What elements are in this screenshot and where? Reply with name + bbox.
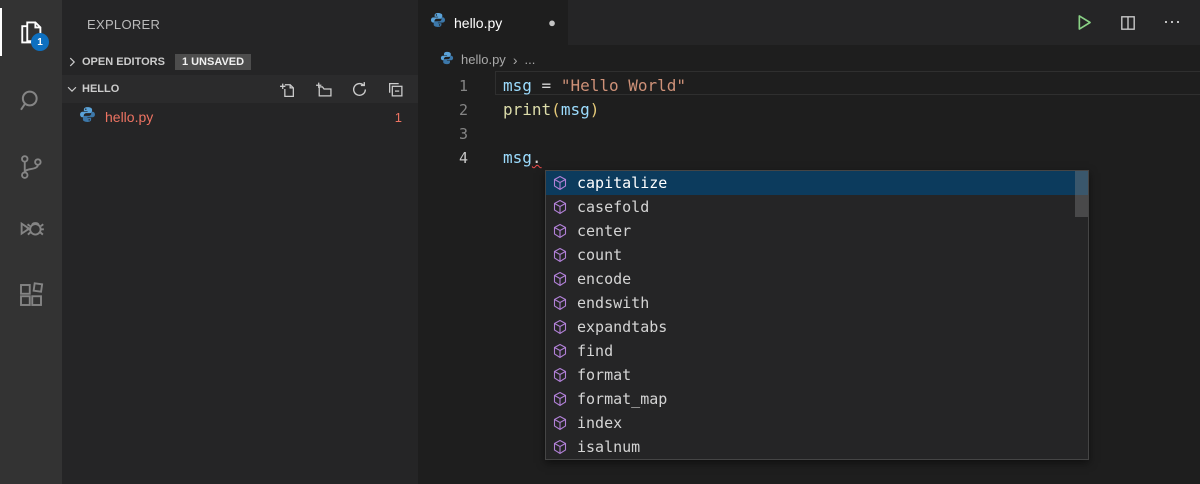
suggest-item[interactable]: find	[546, 339, 1088, 363]
chevron-right-icon	[62, 55, 82, 69]
debug-icon	[16, 213, 46, 243]
activity-search-button[interactable]	[0, 73, 62, 129]
file-item-hello-py[interactable]: hello.py 1	[62, 103, 418, 131]
method-icon	[552, 415, 568, 431]
method-icon	[552, 175, 568, 191]
method-icon	[552, 319, 568, 335]
new-folder-icon[interactable]	[315, 81, 332, 98]
explorer-badge: 1	[31, 33, 49, 51]
suggest-item[interactable]: capitalize	[546, 171, 1088, 195]
method-icon	[552, 223, 568, 239]
suggest-item[interactable]: endswith	[546, 291, 1088, 315]
source-control-icon	[16, 152, 46, 182]
breadcrumb-symbol[interactable]: ...	[524, 52, 535, 67]
tab-bar: hello.py ● ⋯	[418, 0, 1200, 45]
activity-source-control-button[interactable]	[0, 139, 62, 195]
python-icon	[440, 51, 454, 68]
run-python-file-button[interactable]	[1074, 13, 1093, 32]
more-actions-icon[interactable]: ⋯	[1163, 12, 1182, 33]
breadcrumb-separator: ›	[512, 51, 518, 68]
refresh-icon[interactable]	[351, 81, 368, 98]
method-icon	[552, 247, 568, 263]
activity-run-debug-button[interactable]	[0, 200, 62, 256]
folder-section-header[interactable]: HELLO	[62, 75, 418, 103]
activity-bar: 1	[0, 0, 62, 484]
method-icon	[552, 439, 568, 455]
new-file-icon[interactable]	[279, 81, 296, 98]
suggest-scrollbar[interactable]	[1075, 171, 1088, 217]
sidebar-title: EXPLORER	[87, 16, 161, 32]
method-icon	[552, 367, 568, 383]
editor-group: hello.py ● ⋯ hello.py › ... 1 msg = "Hel…	[418, 0, 1200, 484]
modified-dot-icon[interactable]: ●	[548, 15, 556, 30]
file-problem-count: 1	[394, 109, 402, 125]
search-icon	[16, 86, 46, 116]
breadcrumb-file[interactable]: hello.py	[461, 52, 506, 67]
method-icon	[552, 271, 568, 287]
open-editors-label: OPEN EDITORS	[82, 55, 165, 68]
breadcrumb[interactable]: hello.py › ...	[418, 45, 1200, 74]
suggest-widget: capitalize casefold center count encode …	[545, 170, 1089, 460]
method-icon	[552, 295, 568, 311]
split-editor-icon[interactable]	[1119, 14, 1137, 32]
suggest-item[interactable]: format	[546, 363, 1088, 387]
method-icon	[552, 343, 568, 359]
suggest-item[interactable]: format_map	[546, 387, 1088, 411]
code-line-2: 2 print(msg)	[418, 98, 1200, 122]
line-number: 4	[458, 149, 468, 167]
suggest-item[interactable]: casefold	[546, 195, 1088, 219]
code-line-1: 1 msg = "Hello World"	[418, 74, 1200, 98]
line-number: 1	[458, 77, 468, 95]
suggest-item[interactable]: count	[546, 243, 1088, 267]
suggest-item[interactable]: index	[546, 411, 1088, 435]
code-line-3: 3	[418, 122, 1200, 146]
explorer-sidebar: EXPLORER OPEN EDITORS 1 UNSAVED HELLO he…	[62, 0, 418, 484]
file-name-label: hello.py	[105, 109, 154, 125]
suggest-item[interactable]: center	[546, 219, 1088, 243]
tab-title: hello.py	[454, 14, 503, 31]
chevron-down-icon	[62, 82, 82, 96]
collapse-all-icon[interactable]	[387, 81, 404, 98]
python-icon	[79, 106, 96, 128]
extensions-icon	[16, 280, 46, 310]
line-number: 2	[458, 101, 468, 119]
activity-explorer-button[interactable]: 1	[0, 5, 62, 61]
suggest-item[interactable]: encode	[546, 267, 1088, 291]
error-squiggle: .	[531, 148, 542, 167]
line-number: 3	[458, 125, 468, 143]
folder-name-label: HELLO	[82, 83, 120, 95]
code-line-4: 4 msg.	[418, 146, 1200, 170]
code-area[interactable]: 1 msg = "Hello World" 2 print(msg) 3 4 m…	[418, 74, 1200, 170]
suggest-item[interactable]: expandtabs	[546, 315, 1088, 339]
editor-actions: ⋯	[1074, 0, 1200, 45]
python-icon	[430, 12, 446, 33]
activity-extensions-button[interactable]	[0, 267, 62, 323]
open-editors-section-header[interactable]: OPEN EDITORS 1 UNSAVED	[62, 48, 418, 75]
method-icon	[552, 391, 568, 407]
tab-hello-py[interactable]: hello.py ●	[418, 0, 568, 45]
method-icon	[552, 199, 568, 215]
unsaved-badge: 1 UNSAVED	[174, 53, 252, 70]
suggest-item[interactable]: isalnum	[546, 435, 1088, 459]
